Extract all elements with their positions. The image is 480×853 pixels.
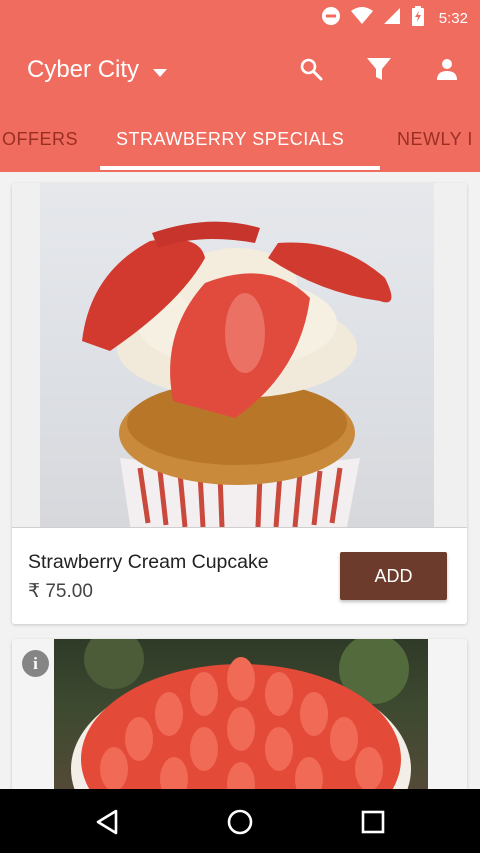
product-image[interactable] — [54, 639, 428, 789]
tab-label: OFFERS — [2, 129, 79, 149]
product-image[interactable] — [40, 183, 434, 538]
product-image-frame: i — [12, 639, 467, 789]
recents-icon[interactable] — [356, 805, 390, 839]
navigation-bar — [0, 789, 480, 853]
battery-icon — [411, 6, 425, 31]
back-icon[interactable] — [90, 805, 124, 839]
product-name: Strawberry Cream Cupcake — [28, 551, 269, 573]
product-card[interactable]: Strawberry Cream Cupcake ₹ 75.00 ADD — [12, 183, 467, 624]
tab-indicator — [100, 166, 380, 170]
product-info: Strawberry Cream Cupcake ₹ 75.00 ADD — [12, 528, 467, 624]
home-icon[interactable] — [223, 805, 257, 839]
wifi-icon — [350, 7, 373, 30]
info-icon[interactable]: i — [22, 650, 49, 677]
status-time: 5:32 — [438, 10, 468, 27]
toolbar: Cyber City — [0, 40, 480, 100]
filter-icon[interactable] — [364, 54, 394, 84]
product-price: ₹ 75.00 — [28, 581, 93, 602]
dropdown-arrow-icon — [153, 56, 168, 84]
location-selector[interactable]: Cyber City — [27, 56, 168, 84]
product-card[interactable]: i — [12, 639, 467, 789]
tab-offers[interactable]: OFFERS — [2, 118, 78, 172]
tab-label: STRAWBERRY SPECIALS — [116, 129, 345, 149]
app-bar: 5:32 Cyber City OFFERS STRAWBERRY SPECIA… — [0, 0, 480, 172]
tab-newly[interactable]: NEWLY I — [397, 118, 473, 172]
do-not-disturb-icon — [321, 6, 341, 31]
add-button[interactable]: ADD — [340, 552, 447, 600]
search-icon[interactable] — [296, 54, 326, 84]
tab-strawberry-specials[interactable]: STRAWBERRY SPECIALS — [116, 118, 344, 172]
category-tabs: OFFERS STRAWBERRY SPECIALS NEWLY I — [0, 118, 480, 172]
location-label: Cyber City — [27, 56, 140, 83]
tab-label: NEWLY I — [397, 129, 473, 149]
status-bar: 5:32 — [0, 0, 480, 32]
product-list[interactable]: Strawberry Cream Cupcake ₹ 75.00 ADD i — [0, 172, 480, 789]
signal-icon — [383, 7, 401, 30]
profile-icon[interactable] — [432, 54, 462, 84]
product-image-frame — [12, 183, 467, 538]
